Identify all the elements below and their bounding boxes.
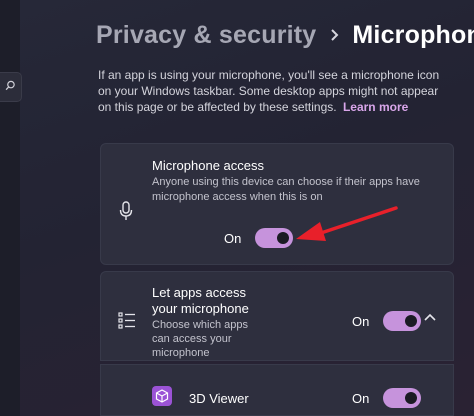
page-description: If an app is using your microphone, you'… xyxy=(98,67,448,115)
app-name: 3D Viewer xyxy=(189,391,249,406)
chevron-up-icon[interactable] xyxy=(423,312,437,322)
breadcrumb: Privacy & security Microphone xyxy=(96,18,474,52)
red-arrow-annotation xyxy=(296,206,398,241)
microphone-access-toggle[interactable] xyxy=(255,228,294,248)
let-apps-toggle-row: On xyxy=(352,311,422,331)
search-icon[interactable] xyxy=(5,78,16,96)
microphone-icon xyxy=(117,200,135,222)
toggle-knob xyxy=(405,315,418,327)
toggle-state-label: On xyxy=(224,230,242,246)
let-apps-subtitle-line2: can access your xyxy=(152,333,232,345)
app-3d-viewer-toggle[interactable] xyxy=(383,388,422,408)
let-apps-access-card[interactable]: Let apps access your microphone Choose w… xyxy=(100,271,454,361)
toggle-state-label: On xyxy=(352,313,370,329)
chevron-right-icon xyxy=(330,28,339,42)
breadcrumb-parent[interactable]: Privacy & security xyxy=(96,21,316,50)
let-apps-access-toggle[interactable] xyxy=(383,311,422,331)
app-toggle-row: On xyxy=(352,388,422,408)
learn-more-link[interactable]: Learn more xyxy=(343,100,408,114)
microphone-access-toggle-row: On xyxy=(224,228,294,248)
toggle-knob xyxy=(405,392,418,404)
page-title: Microphone xyxy=(352,20,474,49)
list-icon xyxy=(117,310,137,330)
search-box[interactable] xyxy=(0,72,22,102)
toggle-knob xyxy=(277,232,290,244)
nav-strip xyxy=(0,0,20,416)
3d-viewer-icon xyxy=(152,386,172,406)
let-apps-subtitle-line1: Choose which apps xyxy=(152,319,249,331)
microphone-access-card: Microphone access Anyone using this devi… xyxy=(100,143,454,265)
let-apps-subtitle-line3: microphone xyxy=(152,347,210,359)
toggle-state-label: On xyxy=(352,390,370,406)
let-apps-title-line2: your microphone xyxy=(152,301,249,316)
let-apps-title-line1: Let apps access xyxy=(152,285,246,300)
microphone-access-title: Microphone access xyxy=(152,158,264,173)
